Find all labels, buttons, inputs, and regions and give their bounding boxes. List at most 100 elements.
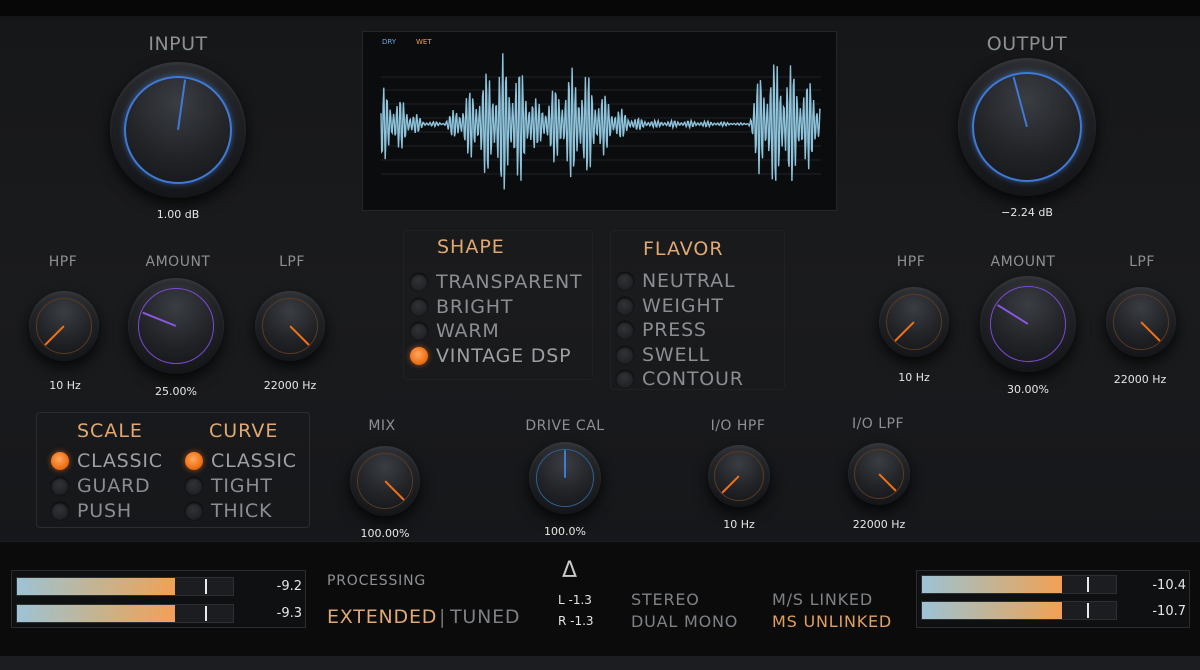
stereo-button[interactable]: STEREO (631, 590, 700, 609)
output-meter-left-value: -10.4 (1152, 578, 1186, 593)
output-meter-right (921, 601, 1117, 620)
waveform-display: DRY WET (362, 31, 837, 211)
waveform-trace (380, 53, 822, 190)
io-lpf-label: I/O LPF (851, 416, 905, 432)
output-value: −2.24 dB (1001, 206, 1053, 219)
option-tight[interactable]: TIGHT (185, 475, 273, 497)
option-label: TRANSPARENT (436, 271, 583, 293)
meter-peak (205, 579, 207, 594)
option-label: GUARD (77, 475, 151, 497)
input-value: 1.00 dB (156, 208, 200, 221)
meter-fill (922, 576, 1062, 593)
drive-cal-value: 100.0% (544, 525, 586, 538)
radio-dot (616, 296, 634, 315)
option-bright[interactable]: BRIGHT (410, 296, 513, 318)
dual-mono-button[interactable]: DUAL MONO (631, 612, 738, 631)
curve-title: CURVE (209, 420, 279, 442)
radio-dot (616, 345, 634, 364)
input-meter-right (16, 604, 234, 623)
option-vintage-dsp[interactable]: VINTAGE DSP (410, 345, 571, 367)
drive-cal-label: DRIVE CAL (525, 418, 605, 434)
right-amount-value: 30.00% (1007, 383, 1049, 396)
tuned-button[interactable]: TUNED (450, 606, 520, 628)
left-amount-value: 25.00% (155, 385, 197, 398)
left-lpf-label: LPF (279, 254, 305, 270)
delta-right-value: R -1.3 (558, 614, 594, 628)
right-hpf-knob[interactable] (879, 287, 949, 357)
plugin-panel: INPUT 1.00 dB OUTPUT −2.24 dB DRY WET HP… (0, 0, 1200, 670)
output-meter-right-value: -10.7 (1152, 604, 1186, 619)
radio-dot (616, 321, 634, 339)
radio-dot (185, 452, 203, 470)
radio-dot (51, 502, 69, 520)
io-hpf-label: I/O HPF (710, 418, 766, 434)
radio-dot (51, 452, 69, 470)
option-push[interactable]: PUSH (51, 500, 132, 522)
input-meter-left-value: -9.2 (276, 579, 302, 594)
option-contour[interactable]: CONTOUR (616, 368, 744, 390)
knob-ring (138, 288, 214, 364)
delta-icon: Δ (562, 558, 578, 583)
left-hpf-knob[interactable] (29, 291, 99, 361)
right-lpf-value: 22000 Hz (1113, 373, 1167, 386)
waveform (380, 53, 822, 190)
ms-unlinked-button[interactable]: MS UNLINKED (772, 612, 892, 631)
left-amount-knob[interactable] (128, 278, 224, 374)
option-thick[interactable]: THICK (185, 500, 272, 522)
radio-dot (616, 370, 634, 388)
option-label: SWELL (642, 343, 711, 366)
meter-peak (1087, 603, 1089, 618)
ms-linked-button[interactable]: M/S LINKED (772, 590, 873, 609)
option-label: BRIGHT (436, 295, 514, 318)
shape-title: SHAPE (437, 236, 505, 258)
option-transparent[interactable]: TRANSPARENT (410, 271, 582, 293)
radio-dot (185, 477, 203, 495)
option-guard[interactable]: GUARD (51, 475, 150, 497)
flavor-title: FLAVOR (643, 238, 724, 260)
mix-label: MIX (368, 418, 396, 434)
input-meter-left (16, 577, 234, 596)
option-warm[interactable]: WARM (410, 320, 500, 342)
meter-fill (922, 602, 1062, 619)
right-amount-knob[interactable] (980, 276, 1076, 372)
left-amount-label: AMOUNT (145, 254, 211, 270)
left-lpf-value: 22000 Hz (263, 379, 317, 392)
option-weight[interactable]: WEIGHT (616, 295, 724, 317)
input-label: INPUT (148, 33, 208, 55)
option-label: PUSH (77, 500, 132, 522)
mix-value: 100.00% (360, 527, 410, 540)
option-label: CLASSIC (77, 450, 163, 472)
knob-pointer (564, 450, 566, 478)
output-knob[interactable] (958, 58, 1096, 196)
title-bar (0, 0, 1200, 16)
io-hpf-knob[interactable] (708, 445, 770, 507)
option-classic[interactable]: CLASSIC (51, 450, 163, 472)
mix-knob[interactable] (350, 446, 420, 516)
delta-left-value: L -1.3 (558, 593, 592, 607)
io-lpf-knob[interactable] (848, 443, 910, 505)
option-neutral[interactable]: NEUTRAL (616, 270, 735, 292)
option-swell[interactable]: SWELL (616, 344, 710, 366)
drive-cal-knob[interactable] (529, 442, 601, 514)
knob-ring (972, 72, 1082, 182)
meter-fill (17, 578, 175, 595)
option-label: CONTOUR (642, 368, 744, 390)
option-label: WEIGHT (642, 294, 724, 317)
meter-peak (1087, 577, 1089, 592)
knob-ring (990, 286, 1066, 362)
left-lpf-knob[interactable] (255, 291, 325, 361)
footer-strip (0, 656, 1200, 670)
right-lpf-label: LPF (1129, 254, 1155, 270)
output-meter-left (921, 575, 1117, 594)
option-label: THICK (211, 500, 273, 522)
right-lpf-knob[interactable] (1106, 287, 1176, 357)
option-label: CLASSIC (211, 450, 297, 472)
option-label: VINTAGE DSP (436, 344, 572, 367)
input-knob[interactable] (110, 62, 246, 198)
option-classic[interactable]: CLASSIC (185, 450, 297, 472)
option-press[interactable]: PRESS (616, 319, 707, 341)
processing-label: PROCESSING (327, 573, 427, 589)
extended-button[interactable]: EXTENDED (327, 606, 437, 628)
radio-dot (410, 273, 428, 291)
option-label: NEUTRAL (642, 270, 736, 292)
